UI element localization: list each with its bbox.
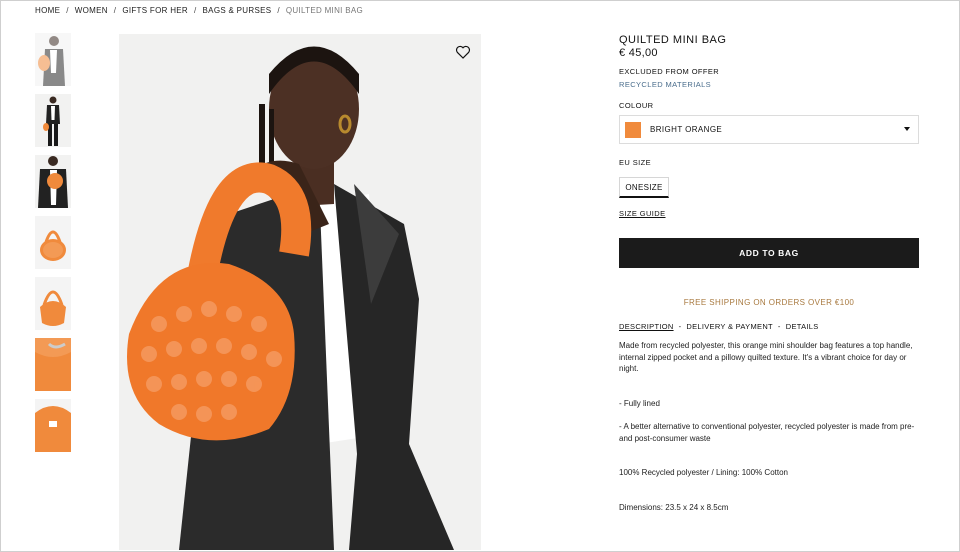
description-composition: 100% Recycled polyester / Lining: 100% C… (619, 468, 788, 477)
colour-swatch (625, 121, 641, 138)
breadcrumb-bags-purses[interactable]: BAGS & PURSES (203, 6, 272, 15)
colour-selected: BRIGHT ORANGE (650, 125, 723, 134)
size-guide-link[interactable]: SIZE GUIDE (619, 209, 666, 218)
tab-description[interactable]: DESCRIPTION (619, 322, 674, 331)
info-tabs: DESCRIPTION - DELIVERY & PAYMENT - DETAI… (619, 322, 819, 331)
description-intro: Made from recycled polyester, this orang… (619, 341, 913, 373)
product-main-image (119, 34, 481, 550)
product-price: € 45,00 (619, 47, 658, 59)
thumbnail-5[interactable] (35, 277, 71, 330)
thumbnail-6[interactable] (35, 338, 71, 391)
heart-icon[interactable] (455, 44, 471, 60)
tab-details[interactable]: DETAILS (786, 322, 819, 331)
colour-label: COLOUR (619, 101, 654, 110)
product-photo (119, 34, 481, 550)
description-bullet-lined: - Fully lined (619, 399, 660, 408)
thumbnail-2[interactable] (35, 94, 71, 147)
excluded-from-offer: EXCLUDED FROM OFFER (619, 67, 720, 76)
thumbnail-7[interactable] (35, 399, 71, 452)
thumbnail-4[interactable] (35, 216, 71, 269)
add-to-bag-button[interactable]: ADD TO BAG (619, 238, 919, 268)
breadcrumb-gifts-for-her[interactable]: GIFTS FOR HER (122, 6, 188, 15)
colour-select[interactable]: BRIGHT ORANGE (619, 115, 919, 144)
breadcrumb-current: QUILTED MINI BAG (285, 6, 363, 15)
size-label: EU SIZE (619, 158, 651, 167)
breadcrumb: HOME / WOMEN / GIFTS FOR HER / BAGS & PURSE… (35, 6, 363, 15)
breadcrumb-women[interactable]: WOMEN (75, 6, 108, 15)
thumbnail-list (35, 33, 71, 460)
caret-down-icon (904, 127, 910, 131)
description-dimensions: Dimensions: 23.5 x 24 x 8.5cm (619, 503, 729, 512)
thumbnail-1[interactable] (35, 33, 71, 86)
breadcrumb-home[interactable]: HOME (35, 6, 60, 15)
recycled-materials-link[interactable]: RECYCLED MATERIALS (619, 80, 711, 89)
description-bullet-recycled: - A better alternative to conventional p… (619, 422, 915, 443)
free-shipping-notice: FREE SHIPPING ON ORDERS OVER €100 (683, 298, 855, 307)
size-onesize-button[interactable]: ONESIZE (619, 177, 669, 198)
product-title: QUILTED MINI BAG (619, 34, 727, 46)
tab-delivery-payment[interactable]: DELIVERY & PAYMENT (686, 322, 773, 331)
thumbnail-3[interactable] (35, 155, 71, 208)
